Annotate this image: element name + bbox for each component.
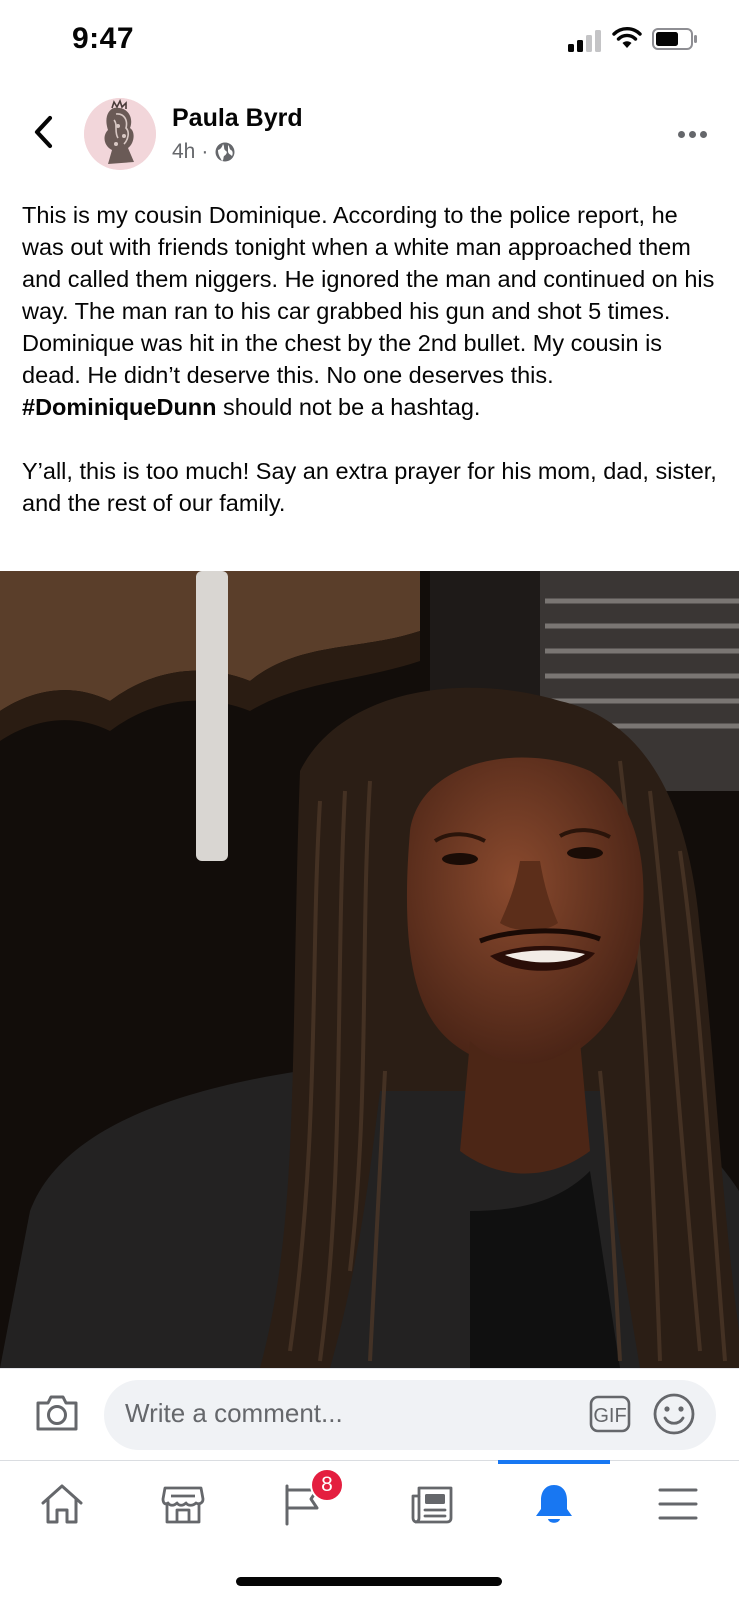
post-text-part: should not be a hashtag.	[216, 394, 481, 420]
post-meta: 4h ·	[172, 140, 236, 164]
post-text: This is my cousin Dominique. According t…	[22, 199, 722, 519]
post-paragraph-2: Y’all, this is too much! Say an extra pr…	[22, 458, 717, 516]
more-icon-dot	[689, 130, 696, 138]
more-options-button[interactable]	[678, 126, 712, 142]
hashtag-link[interactable]: #DominiqueDunn	[22, 394, 217, 420]
globe-icon	[215, 142, 235, 162]
home-icon	[41, 1484, 83, 1524]
wifi-icon	[612, 27, 642, 48]
tab-marketplace[interactable]	[143, 1474, 223, 1534]
tab-menu[interactable]	[638, 1474, 718, 1534]
gif-button[interactable]: GIF	[589, 1395, 631, 1433]
battery-icon	[652, 28, 697, 50]
status-time: 9:47	[72, 22, 135, 55]
back-button[interactable]	[26, 110, 60, 154]
post-time[interactable]: 4h	[172, 140, 195, 164]
menu-icon	[658, 1488, 698, 1520]
comment-placeholder[interactable]: Write a comment...	[125, 1398, 343, 1429]
home-indicator	[236, 1577, 502, 1586]
notification-badge: 8	[310, 1468, 344, 1502]
bell-icon	[536, 1485, 572, 1523]
photo-image	[0, 571, 739, 1368]
post-photo[interactable]	[0, 571, 739, 1368]
post-paragraph-1: This is my cousin Dominique. According t…	[22, 199, 722, 423]
camera-button[interactable]	[34, 1390, 80, 1436]
author-avatar[interactable]	[84, 98, 156, 170]
author-name[interactable]: Paula Byrd	[172, 104, 303, 133]
back-arrow-icon	[34, 115, 53, 149]
tab-home[interactable]	[22, 1474, 102, 1534]
gif-label: GIF	[593, 1405, 626, 1427]
news-icon	[411, 1486, 453, 1524]
emoji-icon	[653, 1393, 695, 1435]
marketplace-icon	[161, 1486, 205, 1524]
more-icon	[678, 130, 685, 138]
camera-icon	[36, 1395, 78, 1431]
more-icon-dot	[700, 130, 707, 138]
gif-icon: GIF	[589, 1395, 631, 1433]
tab-notifications[interactable]	[514, 1474, 594, 1534]
emoji-button[interactable]	[652, 1392, 696, 1436]
active-tab-indicator	[498, 1460, 610, 1464]
meta-separator: ·	[201, 140, 209, 163]
tab-news[interactable]	[392, 1474, 472, 1534]
cellular-signal-icon	[568, 30, 601, 52]
avatar-image	[84, 98, 156, 170]
post-text-part: This is my cousin Dominique. According t…	[22, 202, 715, 388]
